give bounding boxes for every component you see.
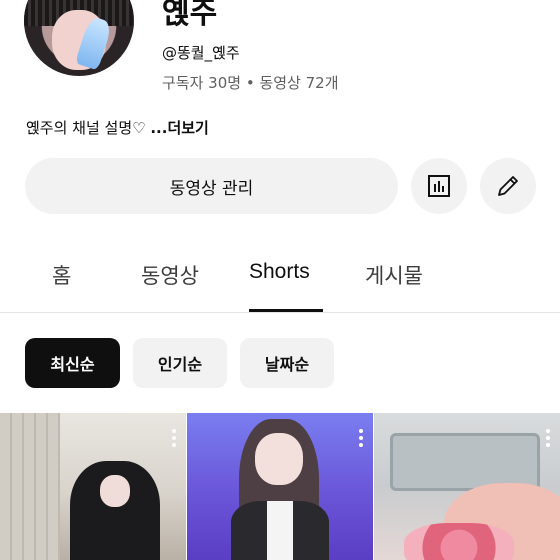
tabs-divider <box>0 312 560 313</box>
more-vert-icon[interactable] <box>359 429 363 447</box>
tab-posts[interactable]: 게시물 <box>365 260 423 290</box>
description-text: 옍주의 채널 설명♡ <box>26 119 151 137</box>
chip-oldest[interactable]: 날짜순 <box>240 338 334 388</box>
manage-videos-button[interactable]: 동영상 관리 <box>25 158 398 214</box>
channel-tabs: 홈 동영상 Shorts 게시물 <box>0 240 560 312</box>
channel-name: 옍주 <box>162 0 218 31</box>
shorts-thumbnail[interactable] <box>187 413 373 560</box>
more-vert-icon[interactable] <box>546 429 550 447</box>
channel-handle: @똥퀄_옍주 <box>162 44 240 62</box>
channel-description[interactable]: 옍주의 채널 설명♡ ...더보기 <box>26 117 209 138</box>
more-vert-icon[interactable] <box>172 429 176 447</box>
shorts-thumbnail[interactable] <box>0 413 186 560</box>
analytics-button[interactable] <box>411 158 467 214</box>
shorts-thumbnail[interactable] <box>374 413 560 560</box>
more-link[interactable]: ...더보기 <box>150 119 209 137</box>
chip-latest[interactable]: 최신순 <box>25 338 120 388</box>
channel-avatar[interactable] <box>24 0 134 76</box>
tab-home[interactable]: 홈 <box>52 260 71 290</box>
tab-videos[interactable]: 동영상 <box>141 260 199 290</box>
analytics-icon <box>428 175 450 197</box>
channel-stats: 구독자 30명 • 동영상 72개 <box>162 74 339 92</box>
edit-button[interactable] <box>480 158 536 214</box>
pencil-icon <box>498 176 518 196</box>
chip-popular[interactable]: 인기순 <box>133 338 227 388</box>
tab-shorts[interactable]: Shorts <box>249 260 310 284</box>
